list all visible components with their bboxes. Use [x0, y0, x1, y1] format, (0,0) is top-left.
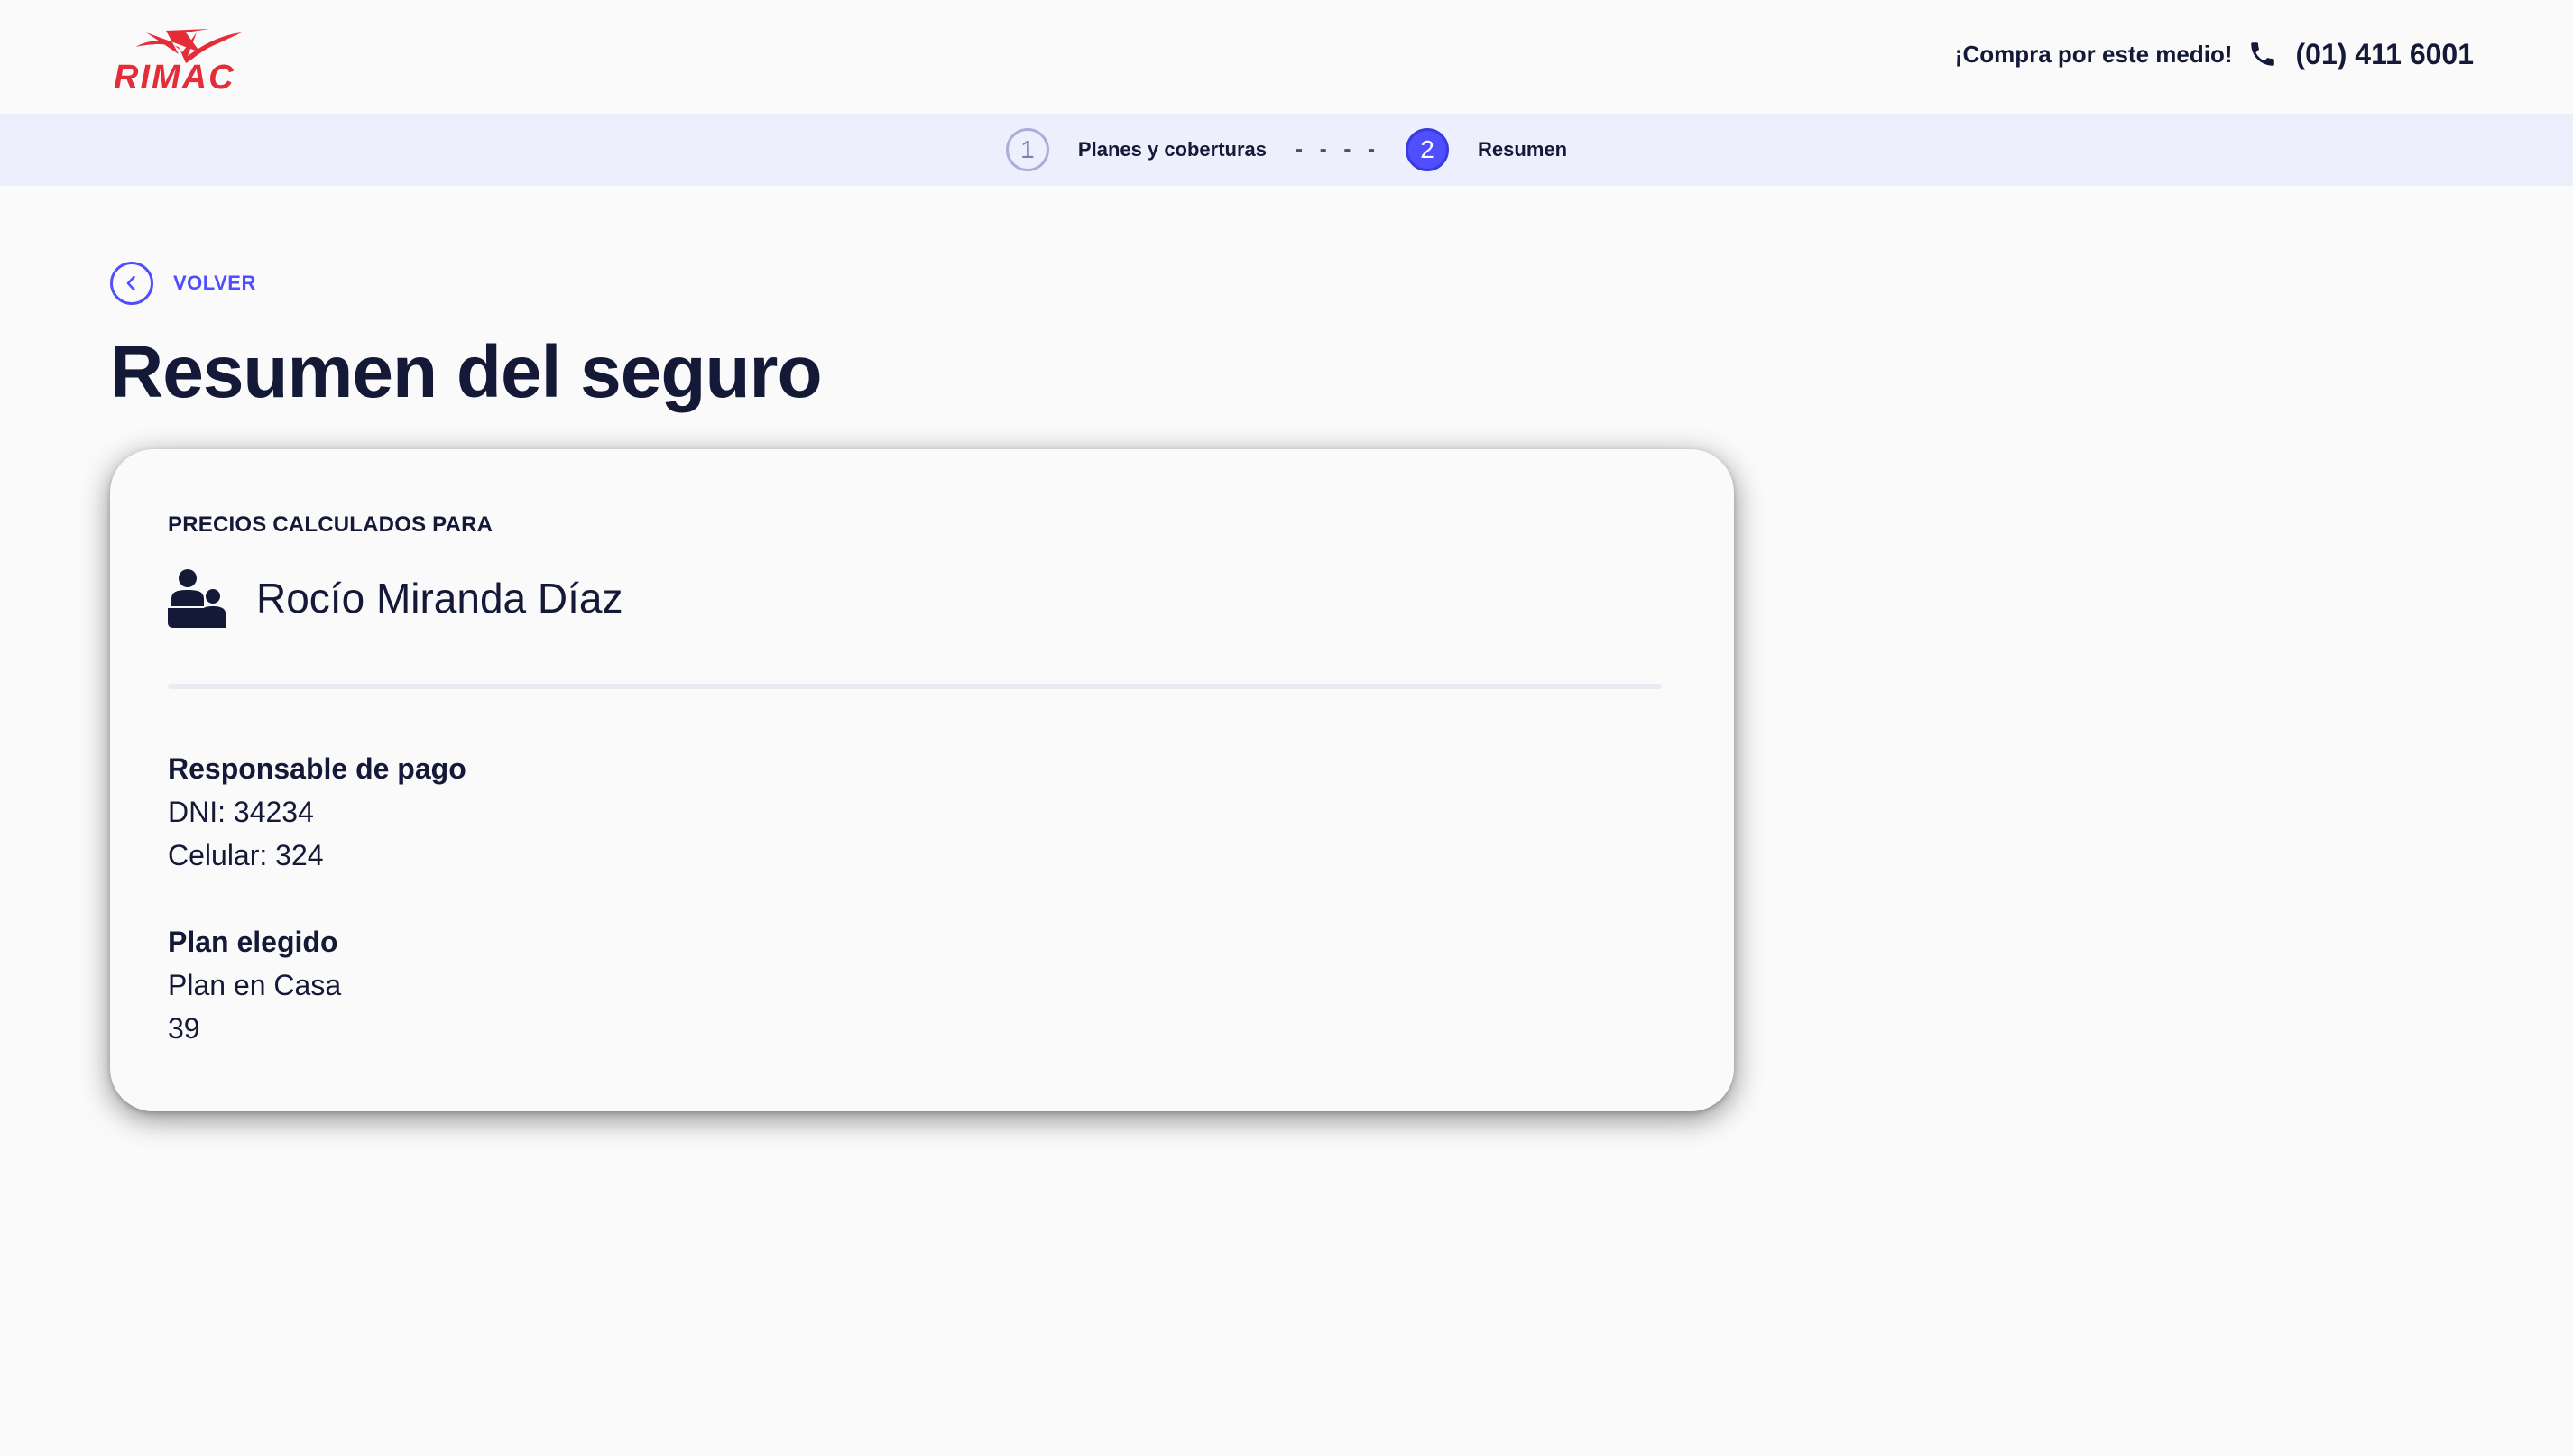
chevron-left-icon: [110, 262, 153, 305]
header: RIMAC ¡Compra por este medio! (01) 411 6…: [0, 0, 2573, 114]
step-number: 1: [1005, 128, 1049, 171]
phone-number[interactable]: (01) 411 6001: [2296, 38, 2475, 71]
back-button[interactable]: VOLVER: [110, 262, 256, 305]
plan-price: 39: [168, 1012, 200, 1045]
page-title: Resumen del seguro: [110, 331, 823, 413]
card-caption: PRECIOS CALCULADOS PARA: [168, 512, 493, 537]
family-icon: [168, 569, 226, 628]
insured-person: Rocío Miranda Díaz: [168, 568, 623, 628]
step-label: Planes y coberturas: [1077, 138, 1268, 161]
plan-title: Plan elegido: [168, 926, 338, 958]
payer-phone: Celular: 324: [168, 839, 324, 871]
step-separator: - - - -: [1296, 137, 1381, 161]
rimac-logo[interactable]: RIMAC: [110, 20, 251, 94]
stepper: 1 Planes y coberturas - - - - 2 Resumen: [0, 114, 2573, 186]
plan-name: Plan en Casa: [168, 969, 342, 1001]
step-label: Resumen: [1478, 138, 1568, 161]
step-resumen[interactable]: 2 Resumen: [1406, 128, 1567, 171]
logo-text: RIMAC: [114, 59, 235, 94]
step-number-active: 2: [1406, 128, 1450, 171]
summary-card: PRECIOS CALCULADOS PARA Rocío Miranda Dí…: [110, 449, 1734, 1111]
divider: [168, 684, 1662, 689]
step-planes-y-coberturas[interactable]: 1 Planes y coberturas: [1005, 128, 1268, 171]
payer-title: Responsable de pago: [168, 752, 466, 785]
contact-info: ¡Compra por este medio! (01) 411 6001: [1955, 32, 2474, 76]
person-name: Rocío Miranda Díaz: [256, 575, 623, 622]
phone-icon: [2247, 39, 2278, 69]
contact-label: ¡Compra por este medio!: [1954, 40, 2233, 68]
plan-section: Plan elegido Plan en Casa 39: [168, 920, 341, 1050]
payer-dni: DNI: 34234: [168, 796, 314, 828]
payer-section: Responsable de pago DNI: 34234 Celular: …: [168, 747, 466, 877]
back-label: VOLVER: [173, 272, 256, 294]
